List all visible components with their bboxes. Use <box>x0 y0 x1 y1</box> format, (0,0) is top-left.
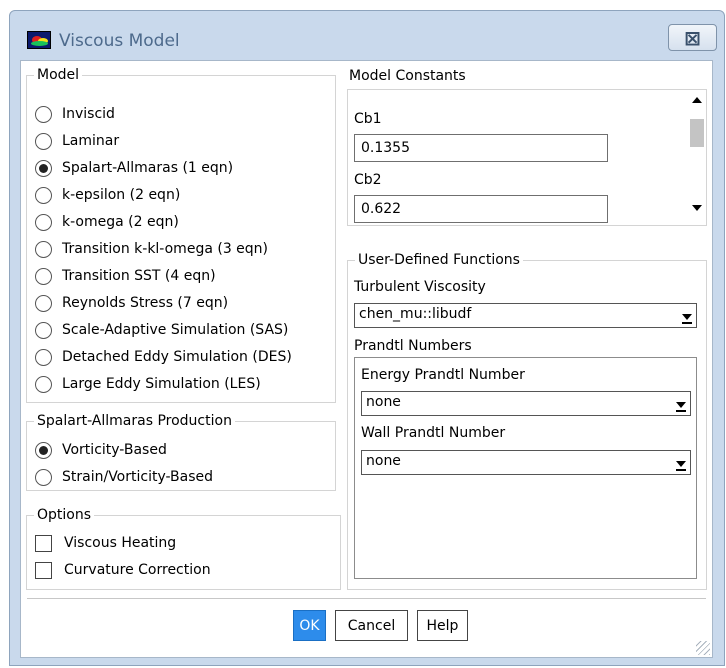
radio-button-icon[interactable] <box>35 321 52 339</box>
checkbox-icon[interactable] <box>35 534 52 552</box>
window-title: Viscous Model <box>59 31 180 51</box>
options-group-title: Options <box>34 506 95 524</box>
model-group-title: Model <box>34 66 83 84</box>
title-bar[interactable]: Viscous Model ⊠ <box>10 11 724 61</box>
checkbox-viscous-heating[interactable]: Viscous Heating <box>35 532 176 554</box>
turbulent-viscosity-select[interactable]: chen_mu::libudf <box>354 303 697 328</box>
resize-grip-icon[interactable] <box>696 641 710 655</box>
close-icon: ⊠ <box>684 25 701 50</box>
radio-button-icon[interactable] <box>35 468 52 486</box>
fluent-app-icon <box>27 31 51 49</box>
radio-k-epsilon[interactable]: k-epsilon (2 eqn) <box>35 184 180 206</box>
cb2-label: Cb2 <box>354 172 382 188</box>
radio-button-selected-icon[interactable] <box>35 441 52 459</box>
radio-button-icon[interactable] <box>35 132 52 150</box>
prandtl-numbers-panel: Energy Prandtl Number none Wall Prandtl … <box>354 357 697 579</box>
wall-prandtl-select[interactable]: none <box>361 450 691 475</box>
scroll-up-arrow-icon[interactable] <box>688 91 706 111</box>
radio-spalart-allmaras[interactable]: Spalart-Allmaras (1 eqn) <box>35 157 233 179</box>
radio-vorticity-based[interactable]: Vorticity-Based <box>35 439 167 461</box>
wall-prandtl-label: Wall Prandtl Number <box>361 425 506 441</box>
radio-sas[interactable]: Scale-Adaptive Simulation (SAS) <box>35 319 288 341</box>
cb1-input[interactable]: 0.1355 <box>354 134 608 162</box>
help-button[interactable]: Help <box>417 610 468 641</box>
cancel-button[interactable]: Cancel <box>335 610 408 641</box>
udf-group-title: User-Defined Functions <box>355 251 523 269</box>
radio-inviscid[interactable]: Inviscid <box>35 103 115 125</box>
radio-button-icon[interactable] <box>35 348 52 366</box>
energy-prandtl-label: Energy Prandtl Number <box>361 367 525 383</box>
turbulent-viscosity-label: Turbulent Viscosity <box>354 279 486 295</box>
energy-prandtl-select[interactable]: none <box>361 391 691 416</box>
radio-laminar[interactable]: Laminar <box>35 130 119 152</box>
radio-button-selected-icon[interactable] <box>35 159 52 177</box>
dialog-client-area: Model Inviscid Laminar Spalart-Allmaras … <box>20 60 713 658</box>
radio-button-icon[interactable] <box>35 213 52 231</box>
radio-k-omega[interactable]: k-omega (2 eqn) <box>35 211 179 233</box>
chevron-down-icon[interactable] <box>678 304 696 327</box>
footer-divider <box>27 598 706 599</box>
radio-reynolds-stress[interactable]: Reynolds Stress (7 eqn) <box>35 292 228 314</box>
constants-scrollbar[interactable] <box>688 91 706 225</box>
model-group: Model Inviscid Laminar Spalart-Allmaras … <box>26 66 336 403</box>
production-group: Spalart-Allmaras Production Vorticity-Ba… <box>26 412 336 491</box>
radio-button-icon[interactable] <box>35 267 52 285</box>
radio-des[interactable]: Detached Eddy Simulation (DES) <box>35 346 292 368</box>
radio-transition-k-kl-omega[interactable]: Transition k-kl-omega (3 eqn) <box>35 238 268 260</box>
cb1-label: Cb1 <box>354 111 382 127</box>
model-constants-title: Model Constants <box>349 68 466 84</box>
chevron-down-icon[interactable] <box>672 451 690 474</box>
viscous-model-dialog: Viscous Model ⊠ Model Inviscid Laminar S… <box>9 10 725 666</box>
production-group-title: Spalart-Allmaras Production <box>34 412 235 430</box>
radio-button-icon[interactable] <box>35 105 52 123</box>
radio-les[interactable]: Large Eddy Simulation (LES) <box>35 373 261 395</box>
udf-group: User-Defined Functions Turbulent Viscosi… <box>347 251 707 590</box>
model-constants-panel: Cb1 0.1355 Cb2 0.622 <box>347 89 707 226</box>
radio-transition-sst[interactable]: Transition SST (4 eqn) <box>35 265 216 287</box>
radio-button-icon[interactable] <box>35 294 52 312</box>
options-group: Options Viscous Heating Curvature Correc… <box>26 506 341 590</box>
ok-button[interactable]: OK <box>293 610 326 641</box>
close-button[interactable]: ⊠ <box>668 24 717 51</box>
chevron-down-icon[interactable] <box>672 392 690 415</box>
radio-button-icon[interactable] <box>35 375 52 393</box>
scroll-thumb[interactable] <box>690 119 704 147</box>
radio-button-icon[interactable] <box>35 240 52 258</box>
checkbox-icon[interactable] <box>35 561 52 579</box>
cb2-input[interactable]: 0.622 <box>354 195 608 223</box>
prandtl-numbers-title: Prandtl Numbers <box>354 338 472 354</box>
checkbox-curvature-correction[interactable]: Curvature Correction <box>35 559 211 581</box>
scroll-down-arrow-icon[interactable] <box>688 199 706 219</box>
radio-button-icon[interactable] <box>35 186 52 204</box>
radio-strain-vorticity-based[interactable]: Strain/Vorticity-Based <box>35 466 213 488</box>
